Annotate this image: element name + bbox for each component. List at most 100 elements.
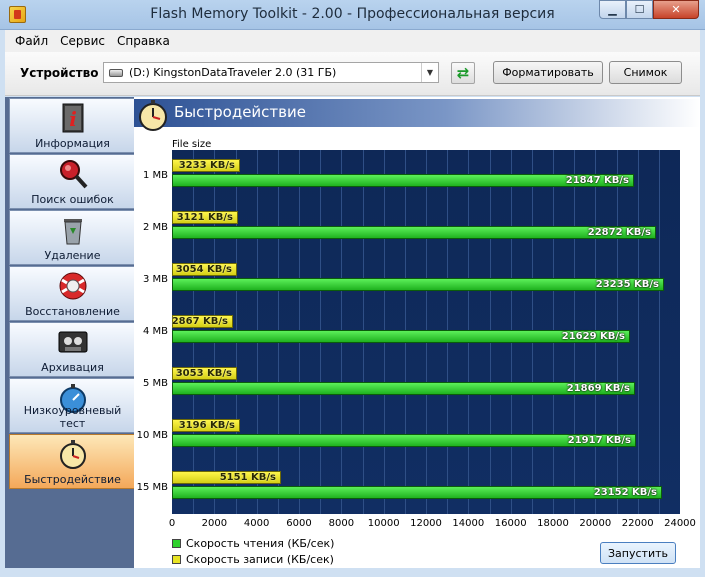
x-tick-label: 4000 <box>243 518 270 529</box>
menu-help[interactable]: Справка <box>111 34 176 48</box>
x-tick-label: 2000 <box>201 518 228 529</box>
close-button[interactable]: ✕ <box>653 0 699 19</box>
x-tick-label: 0 <box>168 518 176 529</box>
tape-icon <box>58 331 87 353</box>
sidebar-item-lowlevel-test[interactable]: Низкоуровневый тест <box>9 378 136 433</box>
legend-swatch-write <box>172 554 181 564</box>
y-axis-title: File size <box>172 139 212 150</box>
legend-item: Скорость чтения (КБ/сек) <box>172 535 334 551</box>
legend-label-read: Скорость чтения (КБ/сек) <box>186 536 335 550</box>
sidebar-item-label: Восстановление <box>25 305 120 318</box>
minimize-button[interactable]: ▁ <box>599 0 626 19</box>
category-label: 3 MB <box>142 274 168 285</box>
x-tick-label: 14000 <box>452 518 485 529</box>
bar-write-label: 3053 KB/s <box>175 368 232 379</box>
sidebar-item-restore[interactable]: Восстановление <box>9 266 136 321</box>
run-button[interactable]: Запустить <box>600 542 676 564</box>
bar-read: 23152 KB/s <box>172 486 662 499</box>
x-tick-label: 16000 <box>494 518 527 529</box>
snapshot-button[interactable]: Снимок <box>609 61 682 84</box>
performance-chart: File size 3233 KB/s 21847 KB/s 3121 KB/s 22… <box>134 135 700 535</box>
x-tick-label: 20000 <box>579 518 612 529</box>
bar-write: 3053 KB/s <box>172 367 237 380</box>
drive-icon <box>109 68 123 77</box>
sidebar-item-performance[interactable]: Быстродействие <box>9 434 136 489</box>
sidebar-item-delete[interactable]: Удаление <box>9 210 136 265</box>
maximize-button[interactable]: ☐ <box>626 0 653 19</box>
category-label: 5 MB <box>142 378 168 389</box>
bar-read-label: 21629 KB/s <box>561 331 625 342</box>
bar-write: 3121 KB/s <box>172 211 238 224</box>
sidebar-item-backup[interactable]: Архивация <box>9 322 136 377</box>
sidebar-item-search-errors[interactable]: Поиск ошибок <box>9 154 136 209</box>
chevron-down-icon[interactable]: ▼ <box>421 63 438 82</box>
category-label: 10 MB <box>136 430 168 441</box>
x-tick-label: 18000 <box>537 518 569 529</box>
main-panel: Быстродействие File size 3233 KB/s 21847 … <box>134 97 700 568</box>
toolbar: Устройство (D:) KingstonDataTraveler 2.0… <box>5 52 700 96</box>
menu-bar: Файл Сервис Справка <box>5 30 700 52</box>
category-label: 2 MB <box>142 222 168 233</box>
title-bar: Flash Memory Toolkit - 2.00 - Профессион… <box>0 0 705 30</box>
legend-label-write: Скорость записи (КБ/сек) <box>186 552 334 566</box>
magnifier-icon <box>59 160 87 189</box>
page-header: Быстродействие <box>134 99 700 127</box>
svg-text:i: i <box>69 107 77 131</box>
bar-write-label: 5151 KB/s <box>219 472 276 483</box>
clock-icon <box>59 440 86 469</box>
legend-swatch-read <box>172 538 181 548</box>
bar-write: 5151 KB/s <box>172 471 281 484</box>
sidebar-item-label: Удаление <box>44 249 101 262</box>
x-tick-label: 22000 <box>621 518 654 529</box>
legend-item: Скорость записи (КБ/сек) <box>172 551 334 567</box>
bar-read-label: 23152 KB/s <box>593 487 657 498</box>
bar-read-label: 23235 KB/s <box>595 279 659 290</box>
x-tick-label: 10000 <box>367 518 400 529</box>
bar-read: 21917 KB/s <box>172 434 636 447</box>
plot-area: 3233 KB/s 21847 KB/s 3121 KB/s 22872 KB/s 30… <box>172 150 680 514</box>
bar-read-label: 21847 KB/s <box>565 175 629 186</box>
bar-write-label: 2867 KB/s <box>171 316 228 327</box>
bar-read: 21629 KB/s <box>172 330 630 343</box>
page-title: Быстродействие <box>174 103 306 121</box>
bar-read-label: 21869 KB/s <box>566 383 630 394</box>
category-label: 15 MB <box>136 482 168 493</box>
bar-write: 3054 KB/s <box>172 263 237 276</box>
category-label: 1 MB <box>142 170 168 181</box>
sidebar-item-label: Архивация <box>41 361 104 374</box>
bar-write: 3233 KB/s <box>172 159 240 172</box>
bar-read: 23235 KB/s <box>172 278 664 291</box>
x-tick-label: 6000 <box>286 518 312 529</box>
bar-read-label: 22872 KB/s <box>587 227 651 238</box>
info-icon: i <box>62 103 83 133</box>
device-label: Устройство <box>20 66 99 80</box>
refresh-icon: ⇄ <box>456 64 470 82</box>
sidebar-item-label: Низкоуровневый тест <box>23 404 122 430</box>
sidebar-item-label: Поиск ошибок <box>31 193 114 206</box>
recycle-bin-icon <box>63 219 82 245</box>
bar-write-label: 3121 KB/s <box>176 212 233 223</box>
refresh-button[interactable]: ⇄ <box>451 62 475 84</box>
sidebar-item-label: Информация <box>35 137 110 150</box>
category-label: 4 MB <box>142 326 168 337</box>
bar-write: 3196 KB/s <box>172 419 240 432</box>
device-select[interactable]: (D:) KingstonDataTraveler 2.0 (31 ГБ) ▼ <box>103 62 439 83</box>
bar-read: 21869 KB/s <box>172 382 635 395</box>
x-tick-label: 8000 <box>328 518 355 529</box>
device-value: (D:) KingstonDataTraveler 2.0 (31 ГБ) <box>129 66 337 79</box>
sidebar: i Информация Поиск ошибок Удаление Восст… <box>5 97 136 568</box>
menu-service[interactable]: Сервис <box>54 34 111 48</box>
sidebar-item-info[interactable]: i Информация <box>9 98 136 153</box>
menu-file[interactable]: Файл <box>9 34 54 48</box>
bar-write: 2867 KB/s <box>172 315 233 328</box>
x-tick-label: 12000 <box>410 518 442 529</box>
bar-write-label: 3054 KB/s <box>175 264 232 275</box>
bar-read: 22872 KB/s <box>172 226 656 239</box>
bar-write-label: 3233 KB/s <box>178 160 235 171</box>
clock-icon <box>139 100 167 131</box>
bar-write-label: 3196 KB/s <box>178 420 235 431</box>
format-button[interactable]: Форматировать <box>493 61 603 84</box>
bar-read-label: 21917 KB/s <box>567 435 631 446</box>
lifebuoy-icon <box>59 272 86 300</box>
x-tick-label: 24000 <box>664 518 696 529</box>
